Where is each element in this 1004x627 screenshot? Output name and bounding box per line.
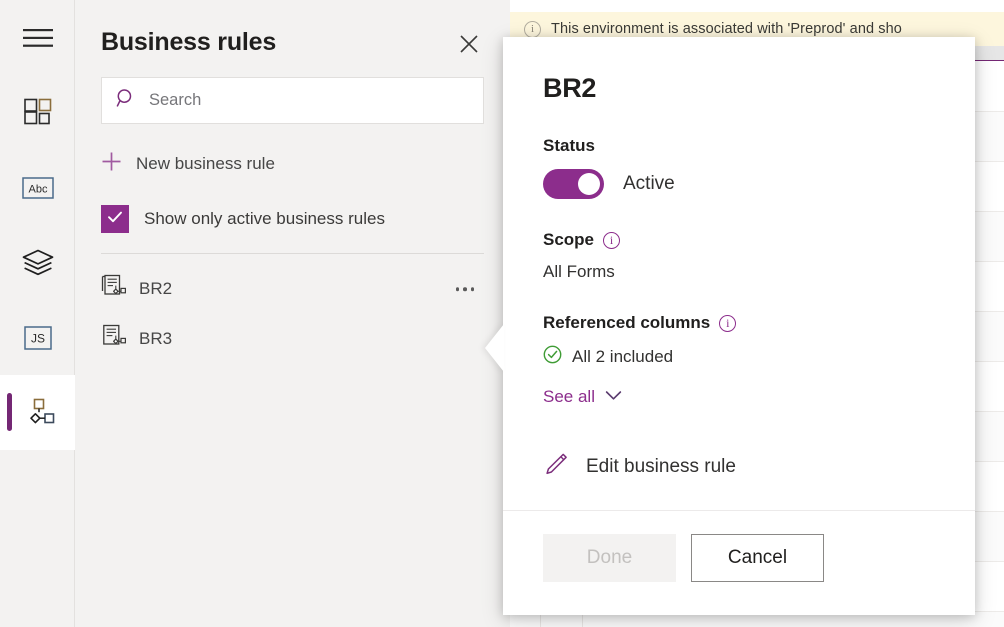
search-box[interactable]: [101, 77, 484, 124]
svg-text:JS: JS: [30, 331, 44, 345]
referenced-columns-status: All 2 included: [543, 345, 935, 369]
rail-item-javascript[interactable]: JS: [0, 300, 75, 375]
new-business-rule-label: New business rule: [136, 154, 275, 174]
scope-label: Scope: [543, 230, 594, 250]
callout-title: BR2: [543, 73, 935, 104]
ellipsis-dot: [456, 287, 460, 291]
checkmark-icon: [106, 208, 124, 231]
show-active-rules-checkbox-row[interactable]: Show only active business rules: [75, 202, 510, 236]
toggle-knob: [578, 173, 600, 195]
referenced-columns-label: Referenced columns: [543, 313, 710, 333]
done-button[interactable]: Done: [543, 534, 676, 582]
rail-item-menu[interactable]: [0, 0, 75, 75]
rail-item-layers[interactable]: [0, 225, 75, 300]
left-icon-rail: Abc JS: [0, 0, 75, 627]
list-item-label: BR2: [139, 279, 172, 299]
plus-icon: [101, 151, 122, 177]
rail-item-business-rules[interactable]: [0, 375, 75, 450]
cancel-button[interactable]: Cancel: [691, 534, 824, 582]
search-container: [75, 61, 510, 124]
status-section: Status Active: [543, 136, 935, 199]
scope-label-row: Scope i: [543, 230, 935, 250]
business-rules-flow-icon: [21, 397, 55, 429]
search-icon: [116, 88, 136, 113]
edit-business-rule-button[interactable]: Edit business rule: [543, 451, 736, 482]
see-all-label: See all: [543, 387, 595, 407]
referenced-columns-info-icon[interactable]: i: [719, 315, 736, 332]
ellipsis-dot: [471, 287, 475, 291]
ellipsis-dot: [463, 287, 467, 291]
environment-banner-text: This environment is associated with 'Pre…: [551, 21, 902, 37]
list-item-more-options-button[interactable]: [456, 287, 475, 291]
page-title: Business rules: [101, 28, 276, 57]
business-rules-list: BR2: [75, 264, 510, 364]
callout-beak: [485, 324, 504, 372]
edit-business-rule-label: Edit business rule: [586, 456, 736, 478]
callout-body: BR2 Status Active Scope i All Forms: [503, 37, 975, 510]
check-circle-icon: [543, 345, 562, 369]
panel-divider: [101, 253, 484, 254]
pencil-edit-icon: [543, 451, 569, 482]
business-rule-detail-callout: BR2 Status Active Scope i All Forms: [503, 37, 975, 615]
see-all-button[interactable]: See all: [543, 387, 622, 407]
list-item-br2[interactable]: BR2: [75, 264, 510, 314]
list-item-label: BR3: [139, 329, 172, 349]
new-business-rule-button[interactable]: New business rule: [75, 147, 510, 181]
status-label: Status: [543, 136, 935, 156]
show-active-rules-label: Show only active business rules: [144, 209, 385, 229]
svg-text:Abc: Abc: [28, 183, 47, 195]
status-toggle[interactable]: [543, 169, 604, 199]
panel-header: Business rules: [75, 0, 510, 61]
js-script-icon: JS: [24, 325, 52, 351]
status-toggle-row: Active: [543, 169, 935, 199]
search-input[interactable]: [149, 91, 469, 110]
referenced-columns-status-text: All 2 included: [572, 347, 673, 367]
business-rules-panel: Business rules: [75, 0, 510, 627]
callout-footer: Done Cancel: [503, 510, 975, 615]
rail-item-text-localization[interactable]: Abc: [0, 150, 75, 225]
info-circle-icon: i: [524, 21, 541, 38]
layers-stack-icon: [22, 249, 54, 277]
scope-section: Scope i All Forms: [543, 230, 935, 282]
scope-value: All Forms: [543, 262, 935, 282]
chevron-down-icon: [605, 388, 622, 406]
referenced-columns-label-row: Referenced columns i: [543, 313, 935, 333]
components-grid-icon: [23, 98, 53, 128]
rail-item-components[interactable]: [0, 75, 75, 150]
app-screen: i This environment is associated with 'P…: [0, 0, 1004, 627]
abc-text-icon: Abc: [22, 176, 54, 200]
referenced-columns-section: Referenced columns i All 2 included See …: [543, 313, 935, 407]
show-active-rules-checkbox[interactable]: [101, 205, 129, 233]
close-icon: [459, 34, 479, 59]
business-rule-doc-icon: [101, 324, 127, 355]
status-value: Active: [623, 173, 675, 195]
list-item-br3[interactable]: BR3: [75, 314, 510, 364]
business-rule-doc-icon: [101, 274, 127, 305]
close-panel-button[interactable]: [454, 31, 484, 61]
hamburger-menu-icon: [23, 27, 53, 49]
scope-info-icon[interactable]: i: [603, 232, 620, 249]
